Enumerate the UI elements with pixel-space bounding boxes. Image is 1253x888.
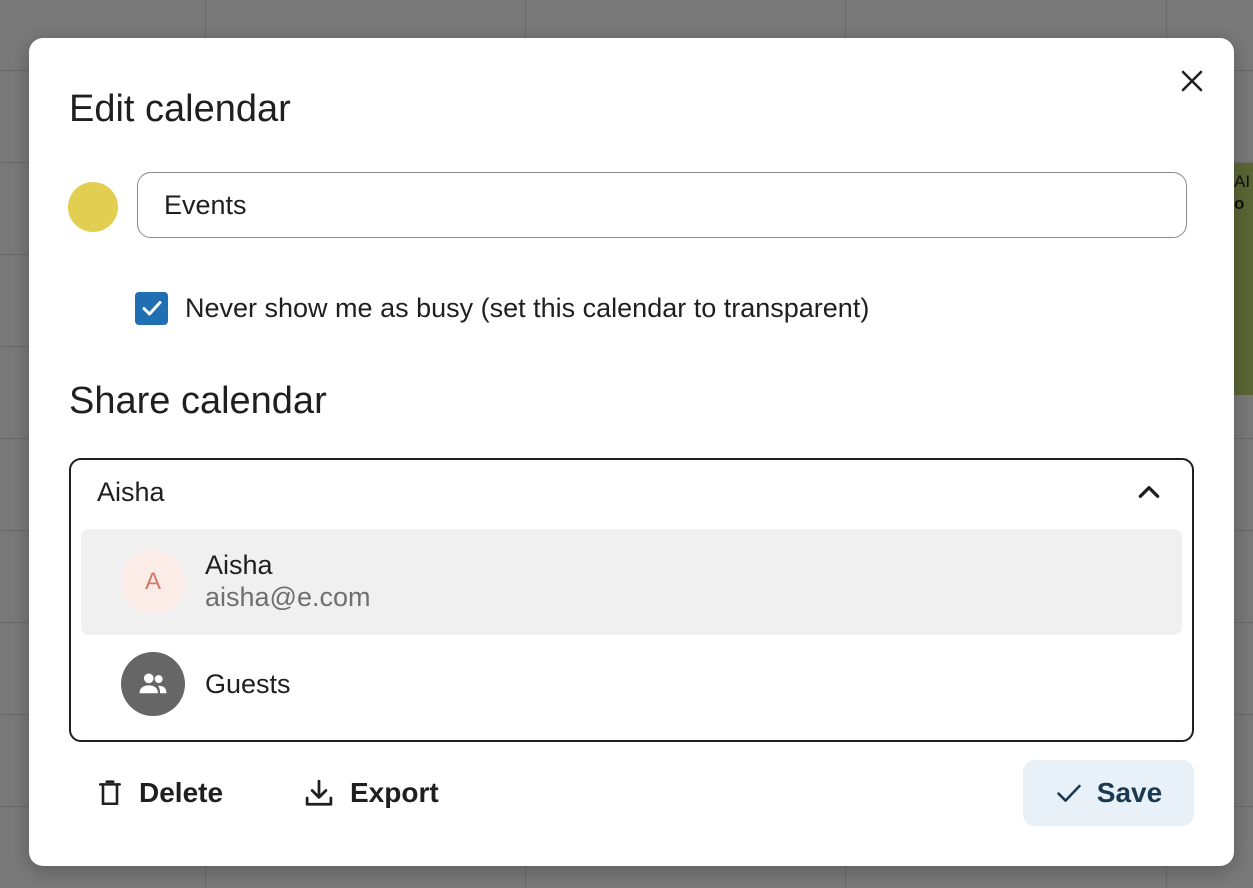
option-text: Aisha aisha@e.com — [205, 549, 370, 613]
close-icon — [1181, 70, 1203, 92]
option-name: Aisha — [205, 550, 273, 580]
share-option-guests[interactable]: Guests — [81, 636, 1182, 732]
save-button[interactable]: Save — [1023, 760, 1194, 826]
group-avatar — [121, 652, 185, 716]
checkmark-icon — [142, 301, 161, 316]
delete-button[interactable]: Delete — [97, 760, 223, 826]
close-button[interactable] — [1175, 64, 1209, 98]
share-option-aisha[interactable]: A Aisha aisha@e.com — [81, 529, 1182, 635]
export-button[interactable]: Export — [304, 760, 439, 826]
edit-calendar-dialog: Edit calendar Never show me as busy (set… — [29, 38, 1234, 866]
save-label: Save — [1096, 777, 1163, 808]
calendar-color-picker[interactable] — [68, 182, 118, 232]
share-user-combobox: A Aisha aisha@e.com Guests — [69, 458, 1194, 742]
combobox-toggle-button[interactable] — [1131, 474, 1167, 510]
check-icon — [1055, 779, 1083, 807]
download-icon — [304, 778, 334, 808]
busy-checkbox-label: Never show me as busy (set this calendar… — [185, 293, 870, 323]
trash-icon — [97, 779, 123, 807]
dialog-title: Edit calendar — [69, 88, 291, 130]
delete-label: Delete — [139, 777, 224, 808]
share-section-title: Share calendar — [69, 380, 327, 422]
option-email: aisha@e.com — [205, 582, 371, 612]
busy-checkbox[interactable] — [135, 291, 168, 325]
export-label: Export — [350, 777, 439, 808]
avatar: A — [121, 550, 185, 614]
option-name: Guests — [205, 669, 291, 699]
option-text: Guests — [205, 668, 291, 700]
busy-checkbox-row[interactable]: Never show me as busy (set this calendar… — [135, 290, 869, 326]
chevron-up-icon — [1138, 486, 1160, 498]
calendar-name-input[interactable] — [137, 172, 1187, 238]
group-icon — [139, 673, 167, 694]
share-search-input[interactable] — [83, 468, 1123, 516]
